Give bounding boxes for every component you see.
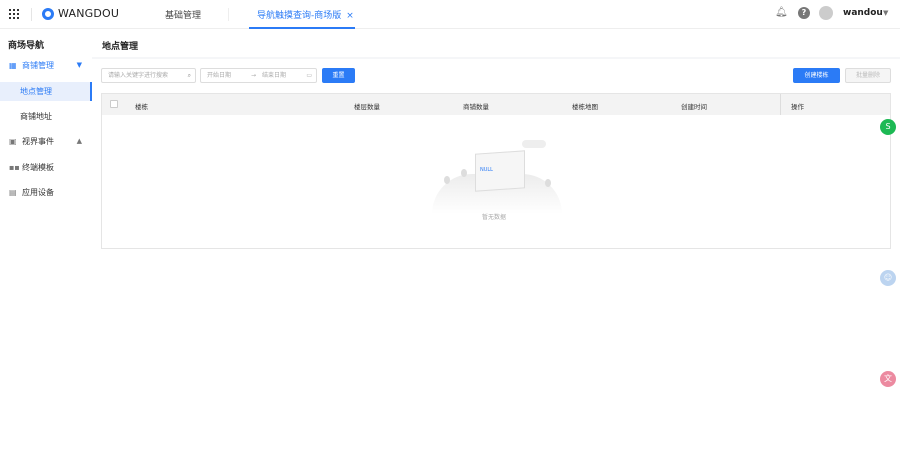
- tab-nav-touch-query[interactable]: 导航触摸查询-商场版 ×: [249, 0, 355, 29]
- logo-icon: [42, 8, 54, 20]
- table-header: 楼栋 楼层数量 商铺数量 楼栋地图 创建时间 操作: [102, 94, 890, 115]
- sidebar: 商场导航 ▦ 商铺管理 ▼ 地点管理 商铺地址 ▣ 视界事件 ▲ ▪▪ 终端模板 ▤ 应用设…: [0, 29, 92, 465]
- page-header: 地点管理: [92, 29, 900, 57]
- cloud-icon: [522, 140, 546, 148]
- chevron-down-icon[interactable]: ▼: [883, 9, 888, 17]
- help-icon[interactable]: ?: [798, 7, 810, 19]
- sidebar-item-terminal-templates[interactable]: ▪▪ 终端模板: [0, 158, 92, 177]
- search-placeholder: 请输入关键字进行搜索: [108, 72, 169, 79]
- create-building-button[interactable]: 创建楼栋: [793, 68, 840, 83]
- top-bar: WANGDOU 基础管理 导航触摸查询-商场版 × 🔔︎ ? wandou ▼: [0, 0, 900, 29]
- select-all-checkbox[interactable]: [110, 100, 118, 108]
- caret-up-icon: ▲: [76, 137, 82, 145]
- event-icon: ▣: [9, 137, 17, 146]
- reset-button[interactable]: 重置: [322, 68, 355, 83]
- shop-icon: ▦: [9, 61, 17, 70]
- template-icon: ▪▪: [9, 163, 20, 172]
- support-avatar-icon[interactable]: ☺: [880, 270, 896, 286]
- sidebar-title: 商场导航: [8, 41, 45, 51]
- tab-label: 导航触摸查询-商场版: [257, 11, 342, 21]
- buildings-table: 楼栋 楼层数量 商铺数量 楼栋地图 创建时间 操作 NULL 暂无数据: [101, 93, 891, 249]
- sidebar-item-view-events[interactable]: ▣ 视界事件 ▲: [0, 132, 92, 151]
- divider: [31, 8, 32, 21]
- sidebar-item-location-management[interactable]: 地点管理: [0, 82, 92, 101]
- tree-icon: [461, 169, 467, 177]
- sidebar-item-label: 终端模板: [22, 163, 54, 172]
- close-icon[interactable]: ×: [346, 11, 354, 21]
- tab-basic-management[interactable]: 基础管理: [165, 8, 201, 21]
- brand-name: WANGDOU: [58, 7, 120, 20]
- page-title: 地点管理: [102, 42, 139, 52]
- sidebar-item-label: 视界事件: [22, 137, 54, 146]
- avatar[interactable]: [819, 6, 833, 20]
- bell-icon[interactable]: 🔔︎: [775, 7, 788, 18]
- sidebar-item-shop-address[interactable]: 商铺地址: [0, 107, 92, 126]
- sidebar-item-label: 地点管理: [20, 87, 52, 96]
- column-header: 商铺数量: [463, 103, 489, 111]
- main-content: 请输入关键字进行搜索 ⌕ 开始日期 → 结束日期 ▭ 重置 创建楼栋 批量删除 楼栋 楼…: [92, 59, 900, 465]
- divider: [228, 8, 229, 21]
- empty-state: NULL 暂无数据: [422, 134, 572, 224]
- sidebar-item-shop-management[interactable]: ▦ 商铺管理 ▼: [0, 56, 92, 75]
- username[interactable]: wandou: [843, 8, 883, 18]
- apps-grid-icon[interactable]: [9, 9, 19, 19]
- caret-down-icon: ▼: [76, 61, 82, 69]
- column-header: 楼栋: [135, 103, 148, 111]
- tree-icon: [444, 176, 450, 184]
- column-header: 楼层数量: [354, 103, 380, 111]
- tree-icon: [545, 179, 551, 187]
- empty-text: 暂无数据: [482, 214, 507, 221]
- sidebar-item-label: 应用设备: [22, 188, 54, 197]
- batch-delete-button[interactable]: 批量删除: [845, 68, 891, 83]
- start-date-placeholder: 开始日期: [207, 72, 232, 79]
- column-header: 楼栋地图: [572, 103, 598, 111]
- search-input[interactable]: 请输入关键字进行搜索 ⌕: [101, 68, 196, 83]
- divider: [780, 94, 781, 115]
- column-header: 创建时间: [681, 103, 707, 111]
- null-label: NULL: [480, 167, 493, 173]
- device-icon: ▤: [9, 188, 17, 197]
- calendar-icon: ▭: [306, 72, 312, 79]
- date-range-picker[interactable]: 开始日期 → 结束日期 ▭: [200, 68, 317, 83]
- column-header: 操作: [791, 103, 804, 111]
- sidebar-item-label: 商铺管理: [22, 61, 54, 70]
- end-date-placeholder: 结束日期: [262, 72, 287, 79]
- sidebar-item-app-devices[interactable]: ▤ 应用设备: [0, 183, 92, 202]
- search-icon: ⌕: [187, 72, 191, 79]
- sidebar-item-label: 商铺地址: [20, 112, 52, 121]
- translate-icon[interactable]: 文: [880, 371, 896, 387]
- arrow-icon: →: [251, 72, 257, 79]
- green-assistant-icon[interactable]: S: [880, 119, 896, 135]
